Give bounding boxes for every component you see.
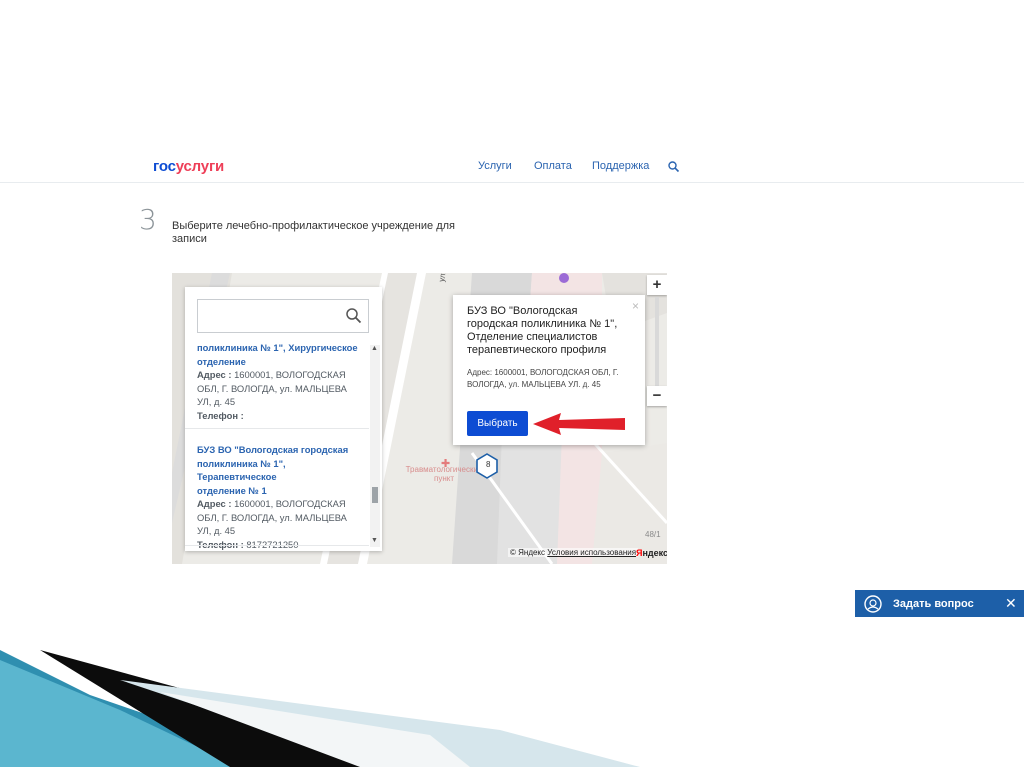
phone-label: Телефон : (197, 538, 244, 550)
list-scrollbar[interactable]: ▲ ▼ (370, 345, 380, 547)
list-item-title-line: поликлиника № 1", Терапевтическое (197, 457, 286, 483)
phone-label: Телефон : (197, 409, 244, 421)
poi-label: Травматологический пункт (405, 465, 483, 483)
list-item-title-line: отделение (197, 355, 246, 367)
search-icon[interactable] (667, 160, 681, 174)
yandex-logo-rest: ндекс (642, 548, 667, 558)
address-line: УЛ, д. 45 (197, 396, 236, 407)
address-label: Адрес : (197, 498, 232, 509)
scrollbar-thumb[interactable] (372, 487, 378, 503)
address-line: 1600001, ВОЛОГОДСКАЯ (234, 369, 346, 380)
map[interactable]: ул. М поликлиника № 1", Хирургическое от… (172, 273, 667, 564)
list-item-title-line: поликлиника № 1", Хирургическое (197, 342, 358, 353)
zoom-slider[interactable] (655, 297, 659, 387)
nav-support[interactable]: Поддержка (592, 160, 649, 172)
yandex-logo[interactable]: Яндекс (636, 548, 667, 558)
list-item[interactable]: БУЗ ВО "Вологодская городская поликлиник… (197, 443, 365, 551)
popup-address-line: ВОЛОГДА, ул. МАЛЬЦЕВА УЛ. д. 45 (467, 380, 601, 389)
map-copyright: © Яндекс Условия использования (508, 548, 639, 557)
address-line: УЛ, д. 45 (197, 525, 236, 536)
step-number: 3 (139, 203, 157, 236)
step-title-line1: Выберите лечебно-профилактическое учрежд… (172, 220, 455, 232)
list-divider (185, 428, 369, 429)
map-marker-label: 8 (486, 460, 491, 469)
ask-question-widget[interactable]: Задать вопрос ✕ (855, 590, 1024, 617)
logo-part-gos: гос (153, 158, 176, 175)
address-line: ОБЛ, Г. ВОЛОГДА, ул. МАЛЬЦЕВА (197, 511, 347, 523)
list-item-title-line: отделение № 1 (197, 484, 267, 496)
support-agent-icon (864, 595, 882, 613)
address-label: Адрес : (197, 369, 232, 380)
list-item-title-line: БУЗ ВО "Вологодская городская (197, 444, 349, 455)
scroll-down-icon[interactable]: ▼ (371, 537, 378, 544)
decorative-swoosh (0, 650, 640, 767)
zoom-in-button[interactable]: + (647, 275, 667, 295)
map-poi-pin[interactable] (559, 273, 569, 283)
logo-part-uslugi: услуги (175, 158, 225, 175)
popup-title-line: Отделение специалистов (467, 331, 598, 343)
nav-services[interactable]: Услуги (478, 160, 512, 172)
list-item[interactable]: поликлиника № 1", Хирургическое отделени… (197, 341, 365, 422)
nav-payment[interactable]: Оплата (534, 160, 572, 172)
header-divider (0, 182, 1024, 183)
list-divider (185, 545, 369, 546)
popup-title-line: БУЗ ВО "Вологодская (467, 305, 578, 317)
ask-question-label[interactable]: Задать вопрос (893, 598, 974, 610)
close-icon[interactable]: ✕ (1005, 595, 1017, 612)
choose-button[interactable]: Выбрать (467, 411, 528, 436)
zoom-out-button[interactable]: − (647, 386, 667, 406)
scroll-up-icon[interactable]: ▲ (371, 345, 378, 352)
gosuslugi-logo[interactable]: госуслуги (153, 158, 224, 175)
poi-label-line: Травматологический (405, 465, 483, 474)
institution-list-panel: поликлиника № 1", Хирургическое отделени… (185, 287, 382, 551)
copyright-text: © Яндекс (510, 548, 546, 557)
step-title-line2: записи (172, 233, 207, 245)
list-search-input[interactable] (198, 300, 346, 330)
phone-value: 8172721250 (246, 538, 299, 550)
popup-address-line: Адрес: 1600001, ВОЛОГОДСКАЯ ОБЛ, Г. (467, 368, 619, 377)
address-line: 1600001, ВОЛОГОДСКАЯ (234, 498, 346, 509)
close-icon[interactable]: × (632, 299, 639, 313)
address-line: ОБЛ, Г. ВОЛОГДА, ул. МАЛЬЦЕВА (197, 382, 347, 394)
red-arrow-icon (533, 413, 625, 435)
house-number: 48/1 (645, 530, 661, 539)
popup-title-line: городская поликлиника № 1", (467, 318, 618, 330)
poi-label-line: пункт (433, 474, 454, 483)
list-search-field[interactable] (197, 299, 369, 333)
popup-title-line: терапевтического профиля (467, 344, 607, 356)
search-icon[interactable] (345, 307, 362, 324)
terms-link[interactable]: Условия использования (547, 548, 636, 557)
